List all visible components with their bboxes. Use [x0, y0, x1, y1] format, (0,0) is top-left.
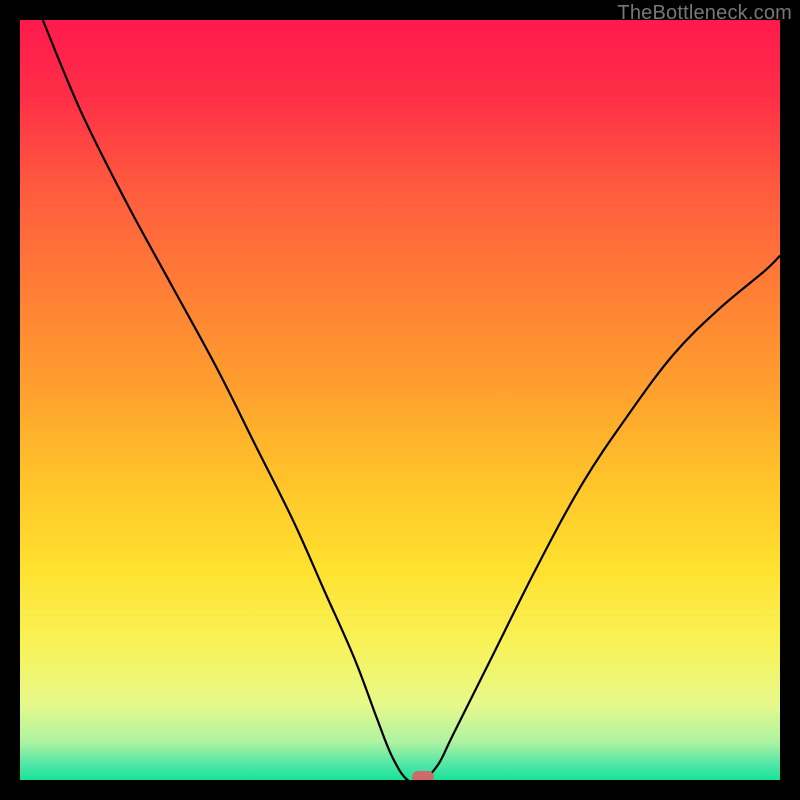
chart-frame: TheBottleneck.com — [0, 0, 800, 800]
watermark-text: TheBottleneck.com — [617, 2, 792, 25]
optimal-marker — [412, 771, 434, 780]
bottleneck-curve — [20, 20, 780, 780]
plot-area — [20, 20, 780, 780]
